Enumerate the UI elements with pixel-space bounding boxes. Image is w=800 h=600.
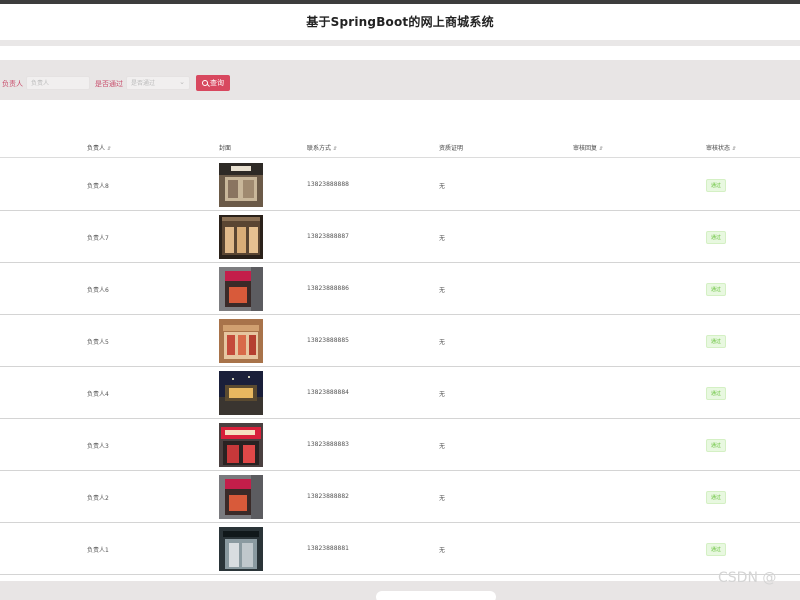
column-header-label: 负责人	[87, 145, 106, 152]
phone-cell: 13823888888	[307, 181, 349, 188]
store-cover-image	[219, 423, 263, 467]
column-header-review-reply[interactable]: 审核回复 ⇵	[573, 143, 603, 152]
owner-cell: 负责人6	[87, 287, 109, 294]
store-cover-image	[219, 319, 263, 363]
table-row[interactable]: 负责人8 13823888888 无 通过	[0, 159, 800, 211]
column-header-label: 审核状态	[706, 145, 731, 152]
search-icon	[202, 80, 208, 86]
status-select-placeholder: 是否通过	[131, 80, 156, 87]
table-row[interactable]: 负责人2 13823888882 无 通过	[0, 471, 800, 523]
page-title: 基于SpringBoot的网上商城系统	[306, 15, 494, 29]
phone-cell: 13823888885	[307, 337, 349, 344]
status-badge: 通过	[706, 491, 727, 504]
table-row[interactable]: 负责人3 13823888883 无 通过	[0, 419, 800, 471]
app-header: 基于SpringBoot的网上商城系统	[0, 4, 800, 40]
owner-search-input[interactable]: 负责人	[26, 76, 90, 90]
owner-filter-label: 负责人	[2, 80, 23, 88]
qualification-cell: 无	[439, 183, 446, 190]
column-header-label: 审核回复	[573, 145, 598, 152]
search-button[interactable]: 查询	[196, 75, 230, 91]
pagination[interactable]	[376, 591, 496, 600]
column-header-phone[interactable]: 联系方式 ⇵	[307, 143, 337, 152]
qualification-cell: 无	[439, 495, 446, 502]
store-cover-image	[219, 475, 263, 519]
owner-cell: 负责人5	[87, 339, 109, 346]
column-header-qualification: 资质证明	[439, 143, 463, 152]
column-header-cover: 封面	[219, 143, 231, 152]
store-cover-image	[219, 215, 263, 259]
sort-icon[interactable]: ⇵	[732, 146, 736, 152]
owner-cell: 负责人2	[87, 495, 109, 502]
status-badge: 通过	[706, 335, 727, 348]
column-header-review-status[interactable]: 审核状态 ⇵	[706, 143, 736, 152]
owner-cell: 负责人8	[87, 183, 109, 190]
table-row[interactable]: 负责人7 13823888887 无 通过	[0, 211, 800, 263]
store-cover-image	[219, 371, 263, 415]
phone-cell: 13823888884	[307, 389, 349, 396]
owner-cell: 负责人7	[87, 235, 109, 242]
qualification-cell: 无	[439, 287, 446, 294]
table-header: 负责人 ⇵ 封面 联系方式 ⇵ 资质证明 审核回复 ⇵ 审核状态 ⇵	[0, 138, 800, 158]
chevron-down-icon: ⌄	[179, 78, 185, 86]
status-badge: 通过	[706, 179, 727, 192]
column-header-label: 资质证明	[439, 145, 464, 152]
phone-cell: 13823888882	[307, 493, 349, 500]
qualification-cell: 无	[439, 339, 446, 346]
owner-cell: 负责人1	[87, 547, 109, 554]
table-row[interactable]: 负责人4 13823888884 无 通过	[0, 367, 800, 419]
store-cover-image	[219, 163, 263, 207]
status-badge: 通过	[706, 231, 727, 244]
owner-cell: 负责人3	[87, 443, 109, 450]
status-badge: 通过	[706, 283, 727, 296]
status-badge: 通过	[706, 387, 727, 400]
phone-cell: 13823888887	[307, 233, 349, 240]
search-button-label: 查询	[210, 79, 224, 87]
status-select[interactable]: 是否通过 ⌄	[126, 76, 190, 90]
header-divider	[0, 40, 800, 46]
column-header-label: 联系方式	[307, 145, 332, 152]
table-row[interactable]: 负责人5 13823888885 无 通过	[0, 315, 800, 367]
sort-icon[interactable]: ⇵	[107, 146, 111, 152]
qualification-cell: 无	[439, 235, 446, 242]
sort-icon[interactable]: ⇵	[333, 146, 337, 152]
column-header-owner[interactable]: 负责人 ⇵	[87, 143, 111, 152]
table-row[interactable]: 负责人6 13823888886 无 通过	[0, 263, 800, 315]
owner-cell: 负责人4	[87, 391, 109, 398]
watermark: CSDN @	[718, 570, 777, 586]
phone-cell: 13823888883	[307, 441, 349, 448]
table-row[interactable]: 负责人1 13823888881 无 通过	[0, 523, 800, 575]
store-cover-image	[219, 267, 263, 311]
qualification-cell: 无	[439, 547, 446, 554]
qualification-cell: 无	[439, 443, 446, 450]
phone-cell: 13823888886	[307, 285, 349, 292]
store-cover-image	[219, 527, 263, 571]
qualification-cell: 无	[439, 391, 446, 398]
status-badge: 通过	[706, 543, 727, 556]
phone-cell: 13823888881	[307, 545, 349, 552]
status-badge: 通过	[706, 439, 727, 452]
status-filter-label: 是否通过	[95, 80, 123, 88]
column-header-label: 封面	[219, 145, 232, 152]
sort-icon[interactable]: ⇵	[599, 146, 603, 152]
